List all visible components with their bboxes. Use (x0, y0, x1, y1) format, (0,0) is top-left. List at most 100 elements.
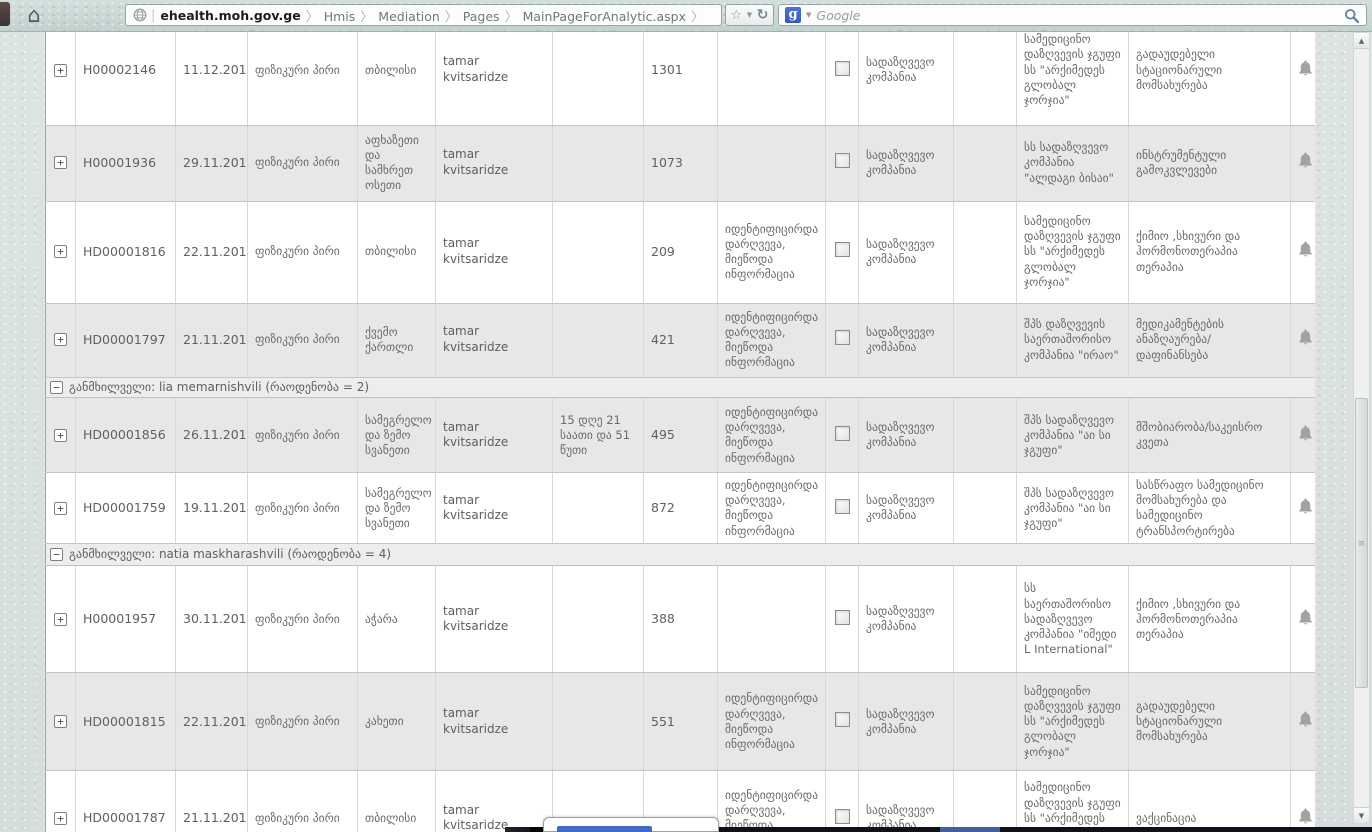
cell-number: 551 (644, 673, 718, 771)
cell-violation-status (718, 125, 826, 201)
row-checkbox[interactable] (835, 330, 850, 345)
cell-person-type: ფიზიკური პირი (248, 201, 358, 303)
row-expand-button[interactable]: + (54, 715, 67, 728)
row-checkbox[interactable] (835, 153, 850, 168)
cell-date: 30.11.2012 (176, 566, 248, 673)
search-input[interactable]: Google (816, 8, 860, 23)
row-checkbox[interactable] (835, 610, 850, 625)
cell-region: ქვემო ქართლი (358, 303, 436, 377)
row-checkbox[interactable] (835, 426, 850, 441)
cell-bell (1291, 771, 1316, 832)
row-checkbox[interactable] (835, 712, 850, 727)
cell-claimant-type: სადაზღვევო კომპანია (859, 201, 954, 303)
home-button[interactable]: ⌂ (22, 2, 46, 28)
scrollbar-thumb[interactable]: ≡ (1355, 398, 1368, 688)
cell-reviewer: tamar kvitsaridze (436, 673, 553, 771)
row-checkbox[interactable] (835, 809, 850, 824)
cell-date: 26.11.2012 (176, 398, 248, 473)
notification-bell-icon[interactable] (1298, 60, 1313, 81)
table-row[interactable]: +HD0000181522.11.2012ფიზიკური პირიკახეთი… (46, 673, 1316, 771)
google-logo-icon[interactable]: g (785, 7, 801, 23)
refresh-icon[interactable]: ↻ (757, 7, 769, 23)
table-row[interactable]: +HD0000181622.11.2012ფიზიკური პირითბილის… (46, 201, 1316, 303)
chevron-right-icon: 〉 (691, 10, 704, 25)
cell-reviewer: tamar kvitsaridze (436, 201, 553, 303)
cell-elapsed-time (553, 566, 644, 673)
notification-bell-icon[interactable] (1298, 609, 1313, 630)
scroll-up-button[interactable]: ▲ (1354, 33, 1369, 49)
notification-bell-icon[interactable] (1298, 152, 1313, 173)
cell-elapsed-time (553, 303, 644, 377)
notification-bell-icon[interactable] (1298, 329, 1313, 350)
table-row[interactable]: +HD0000175919.11.2012ფიზიკური პირისამეგრ… (46, 473, 1316, 544)
search-box[interactable]: g ▼ Google (778, 4, 1367, 26)
cell-checkbox (826, 673, 859, 771)
cell-service: მედიკამენტების ანაზღაურება/დაფინანსება (1129, 303, 1291, 377)
search-icon[interactable] (1344, 8, 1360, 28)
table-row[interactable]: +H0000214611.12.2012ფიზიკური პირითბილისი… (46, 32, 1316, 125)
notification-bell-icon[interactable] (1298, 241, 1313, 262)
vertical-scrollbar[interactable]: ▲ ≡ ▼ (1353, 32, 1370, 824)
cell-service: ქიმიო ,სხივური და ჰორმონოთერაპია თერაპია (1129, 201, 1291, 303)
group-collapse-button[interactable]: − (50, 381, 63, 394)
notification-bell-icon[interactable] (1298, 711, 1313, 732)
mediation-cases-table: +H0000214611.12.2012ფიზიკური პირითბილისი… (45, 32, 1315, 832)
cell-insurance-company: სს საერთაშორისო სადაზღვევო კომპანია "იმე… (1017, 566, 1129, 673)
bookmark-star-icon[interactable]: ☆ (731, 8, 743, 23)
row-expand-button[interactable]: + (54, 156, 67, 169)
row-expand-button[interactable]: + (54, 333, 67, 346)
home-icon: ⌂ (27, 3, 40, 27)
cell-reviewer: tamar kvitsaridze (436, 303, 553, 377)
cell-empty (954, 125, 1017, 201)
notification-bell-icon[interactable] (1298, 425, 1313, 446)
cell-reviewer: tamar kvitsaridze (436, 32, 553, 125)
table-row[interactable]: +HD0000185626.11.2012ფიზიკური პირისამეგრ… (46, 398, 1316, 473)
cell-person-type: ფიზიკური პირი (248, 566, 358, 673)
row-checkbox[interactable] (835, 61, 850, 76)
tooltip-overlay (543, 817, 719, 832)
bookmark-dropdown-icon[interactable]: ▼ (747, 11, 752, 19)
cell-insurance-company: შპს დაზღვევის საერთაშორისო კომპანია "ირა… (1017, 303, 1129, 377)
row-checkbox[interactable] (835, 242, 850, 257)
notification-bell-icon[interactable] (1298, 498, 1313, 519)
cell-elapsed-time (553, 673, 644, 771)
cell-date: 21.11.2012 (176, 303, 248, 377)
cell-bell (1291, 473, 1316, 544)
tab-favicon-stub (0, 2, 10, 26)
cell-person-type: ფიზიკური პირი (248, 771, 358, 832)
row-expand-button[interactable]: + (54, 429, 67, 442)
row-checkbox[interactable] (835, 499, 850, 514)
cell-number: 1073 (644, 125, 718, 201)
cell-number: 495 (644, 398, 718, 473)
cell-checkbox (826, 303, 859, 377)
cell-empty (954, 771, 1017, 832)
cell-case-id: HD00001787 (76, 771, 176, 832)
scroll-down-button[interactable]: ▼ (1354, 807, 1369, 823)
cell-service: ვაქცინაცია (1129, 771, 1291, 832)
row-expand-button[interactable]: + (54, 812, 67, 825)
cell-bell (1291, 566, 1316, 673)
url-domain: ehealth.moh.gov.ge (160, 8, 300, 23)
chevron-right-icon: 〉 (306, 10, 319, 25)
search-engine-dropdown-icon[interactable]: ▼ (806, 11, 811, 19)
table-row[interactable]: +HD0000179721.11.2012ფიზიკური პირიქვემო … (46, 303, 1316, 377)
row-expand-button[interactable]: + (54, 245, 67, 258)
cell-reviewer: tamar kvitsaridze (436, 398, 553, 473)
cell-region: კახეთი (358, 673, 436, 771)
cell-claimant-type: სადაზღვევო კომპანია (859, 566, 954, 673)
notification-bell-icon[interactable] (1298, 808, 1313, 829)
row-expand-button[interactable]: + (54, 613, 67, 626)
cell-number: 1301 (644, 32, 718, 125)
row-expand-button[interactable]: + (54, 502, 67, 515)
cell-person-type: ფიზიკური პირი (248, 125, 358, 201)
table-row[interactable]: +H0000195730.11.2012ფიზიკური პირიაჭარაta… (46, 566, 1316, 673)
cell-date: 22.11.2012 (176, 201, 248, 303)
cell-violation-status (718, 566, 826, 673)
cell-checkbox (826, 398, 859, 473)
cell-insurance-company: სამედიცინო დაზღვევის ჯგუფი სს "არქიმედეს… (1017, 771, 1129, 832)
group-collapse-button[interactable]: − (50, 548, 63, 561)
row-expand-button[interactable]: + (54, 64, 67, 77)
url-bar[interactable]: | ehealth.moh.gov.ge 〉Hmis〉Mediation〉Pag… (125, 4, 722, 26)
cell-reviewer: tamar kvitsaridze (436, 473, 553, 544)
table-row[interactable]: +H0000193629.11.2012ფიზიკური პირიაფხაზეთ… (46, 125, 1316, 201)
